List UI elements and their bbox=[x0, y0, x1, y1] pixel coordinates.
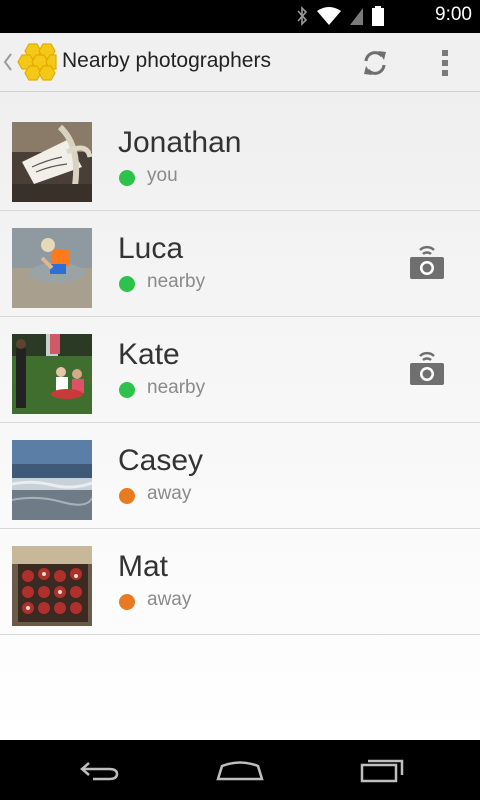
refresh-icon bbox=[364, 51, 386, 75]
status-icons bbox=[296, 6, 384, 26]
wifi-icon bbox=[317, 7, 341, 25]
recent-apps-button[interactable] bbox=[352, 752, 412, 788]
app-logo-honeycomb[interactable] bbox=[15, 42, 57, 82]
back-button[interactable] bbox=[70, 752, 130, 788]
list-item[interactable]: Luca nearby bbox=[0, 210, 480, 317]
photographer-list: Jonathan you Luca nearby Kate nearby Cas… bbox=[0, 92, 480, 740]
camera-button[interactable] bbox=[409, 244, 445, 280]
gift-card-photo bbox=[12, 122, 92, 202]
person-status: nearby bbox=[147, 377, 206, 398]
picnic-on-grass-photo bbox=[12, 334, 92, 414]
home-icon bbox=[216, 761, 264, 781]
online-status-dot bbox=[119, 276, 135, 292]
person-status: away bbox=[147, 589, 192, 610]
list-item[interactable]: Jonathan you bbox=[0, 104, 480, 211]
person-name: Casey bbox=[118, 444, 204, 477]
camera-wireless-icon bbox=[410, 351, 444, 385]
person-status: you bbox=[147, 165, 178, 186]
person-status: nearby bbox=[147, 271, 206, 292]
overflow-menu-icon bbox=[442, 50, 448, 76]
away-status-dot bbox=[119, 594, 135, 610]
online-status-dot bbox=[119, 382, 135, 398]
page-title: Nearby photographers bbox=[62, 49, 271, 72]
camera-button[interactable] bbox=[409, 350, 445, 386]
person-name: Mat bbox=[118, 550, 169, 583]
back-icon bbox=[80, 762, 119, 781]
away-status-dot bbox=[119, 488, 135, 504]
status-bar: 9:00 bbox=[0, 0, 480, 33]
person-status: away bbox=[147, 483, 192, 504]
refresh-button[interactable] bbox=[355, 44, 395, 82]
overflow-menu-button[interactable] bbox=[428, 44, 462, 82]
person-name: Jonathan bbox=[118, 126, 242, 159]
battery-icon bbox=[372, 6, 384, 26]
bluetooth-icon bbox=[297, 6, 308, 26]
signal-icon bbox=[350, 8, 363, 25]
online-status-dot bbox=[119, 170, 135, 186]
list-item[interactable]: Casey away bbox=[0, 422, 480, 529]
person-name: Luca bbox=[118, 232, 184, 265]
beach-waves-photo bbox=[12, 440, 92, 520]
action-bar: Nearby photographers bbox=[0, 33, 480, 92]
list-item[interactable]: Mat away bbox=[0, 528, 480, 635]
recent-apps-icon bbox=[360, 759, 404, 783]
person-name: Kate bbox=[118, 338, 180, 371]
list-item[interactable]: Kate nearby bbox=[0, 316, 480, 423]
up-chevron-icon[interactable] bbox=[3, 52, 13, 72]
cupcakes-photo bbox=[12, 546, 92, 626]
home-button[interactable] bbox=[210, 752, 270, 788]
navigation-bar bbox=[0, 740, 480, 800]
camera-wireless-icon bbox=[410, 245, 444, 279]
clock: 9:00 bbox=[435, 4, 472, 25]
child-in-water-photo bbox=[12, 228, 92, 308]
